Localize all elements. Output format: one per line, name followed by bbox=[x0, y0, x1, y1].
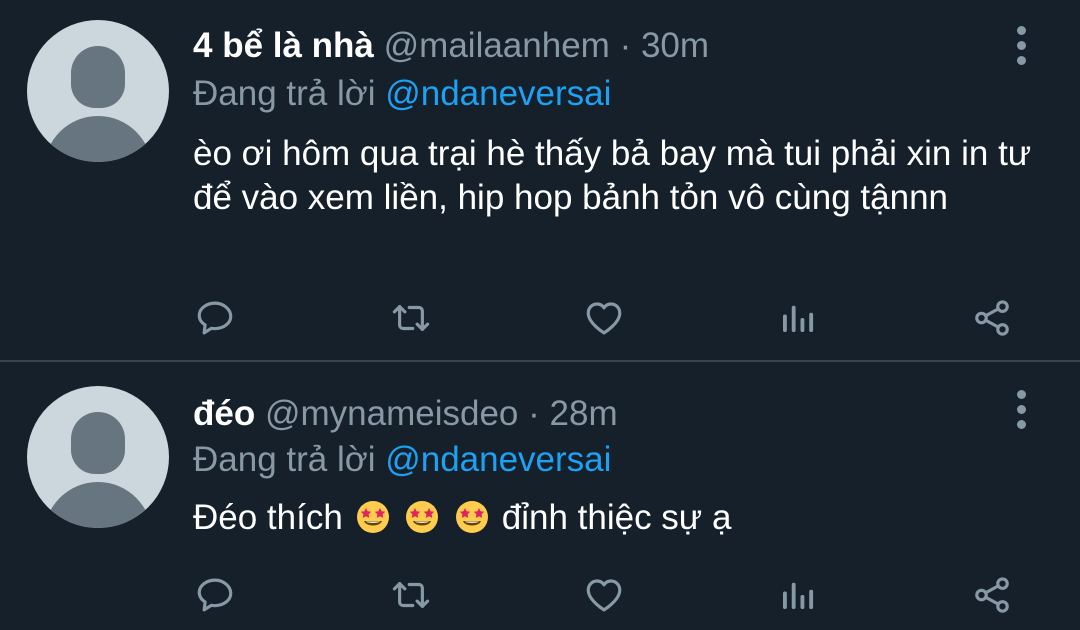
retweet-button[interactable] bbox=[386, 293, 436, 343]
like-button[interactable] bbox=[579, 570, 629, 620]
avatar[interactable] bbox=[27, 20, 169, 162]
replying-to-label: Đang trả lời bbox=[193, 74, 376, 113]
tweet-header: đéo @mynameisdeo · 28m bbox=[193, 392, 618, 436]
tweet-text: Đéo thích đỉnh thiệc sự ạ bbox=[193, 496, 1053, 540]
retweet-icon bbox=[392, 582, 430, 608]
tweet-header: 4 bể là nhà @mailaanhem · 30m bbox=[193, 24, 709, 68]
star-struck-emoji-icon bbox=[456, 501, 489, 533]
avatar-head-shape bbox=[71, 46, 125, 108]
tweet-actions bbox=[0, 293, 1080, 343]
star-struck-emoji-icon bbox=[356, 501, 389, 533]
reply-icon bbox=[197, 578, 233, 612]
analytics-icon bbox=[783, 305, 814, 332]
reply-icon bbox=[197, 301, 233, 335]
share-button[interactable] bbox=[967, 293, 1017, 343]
reply-button[interactable] bbox=[190, 293, 240, 343]
timestamp[interactable]: 30m bbox=[641, 26, 709, 65]
star-struck-emoji-icon bbox=[406, 501, 439, 533]
share-icon bbox=[975, 300, 1009, 336]
replying-to: Đang trả lời @ndaneversai bbox=[193, 438, 611, 482]
tweet-actions bbox=[0, 570, 1080, 620]
tweet-text-start: Đéo thích bbox=[193, 498, 343, 537]
heart-icon bbox=[586, 302, 622, 335]
analytics-icon bbox=[783, 582, 814, 609]
avatar[interactable] bbox=[27, 386, 169, 528]
avatar-body-shape bbox=[44, 482, 152, 528]
avatar-body-shape bbox=[44, 116, 152, 162]
tweet[interactable]: 4 bể là nhà @mailaanhem · 30m Đang trả l… bbox=[0, 0, 1080, 360]
replying-to-label: Đang trả lời bbox=[193, 440, 376, 479]
replying-to: Đang trả lời @ndaneversai bbox=[193, 72, 611, 116]
user-handle[interactable]: @mynameisdeo bbox=[265, 394, 518, 433]
mention-link[interactable]: @ndaneversai bbox=[385, 74, 611, 113]
mention-link[interactable]: @ndaneversai bbox=[385, 440, 611, 479]
user-handle[interactable]: @mailaanhem bbox=[384, 26, 610, 65]
heart-icon bbox=[586, 579, 622, 612]
display-name[interactable]: đéo bbox=[193, 394, 255, 433]
tweet-text: èo ơi hôm qua trại hè thấy bả bay mà tui… bbox=[193, 134, 1032, 217]
tweet-text-end: đỉnh thiệc sự ạ bbox=[501, 498, 732, 537]
share-button[interactable] bbox=[967, 570, 1017, 620]
display-name[interactable]: 4 bể là nhà bbox=[193, 26, 374, 65]
analytics-button[interactable] bbox=[772, 570, 822, 620]
more-vertical-icon[interactable] bbox=[1013, 26, 1031, 66]
reply-button[interactable] bbox=[190, 570, 240, 620]
analytics-button[interactable] bbox=[772, 293, 822, 343]
timestamp[interactable]: 28m bbox=[550, 394, 618, 433]
separator-dot: · bbox=[528, 394, 540, 433]
retweet-button[interactable] bbox=[386, 570, 436, 620]
share-icon bbox=[975, 577, 1009, 613]
avatar-head-shape bbox=[71, 412, 125, 474]
like-button[interactable] bbox=[579, 293, 629, 343]
retweet-icon bbox=[392, 305, 430, 331]
tweet[interactable]: đéo @mynameisdeo · 28m Đang trả lời @nda… bbox=[0, 362, 1080, 630]
more-vertical-icon[interactable] bbox=[1013, 390, 1031, 430]
separator-dot: · bbox=[619, 26, 632, 65]
